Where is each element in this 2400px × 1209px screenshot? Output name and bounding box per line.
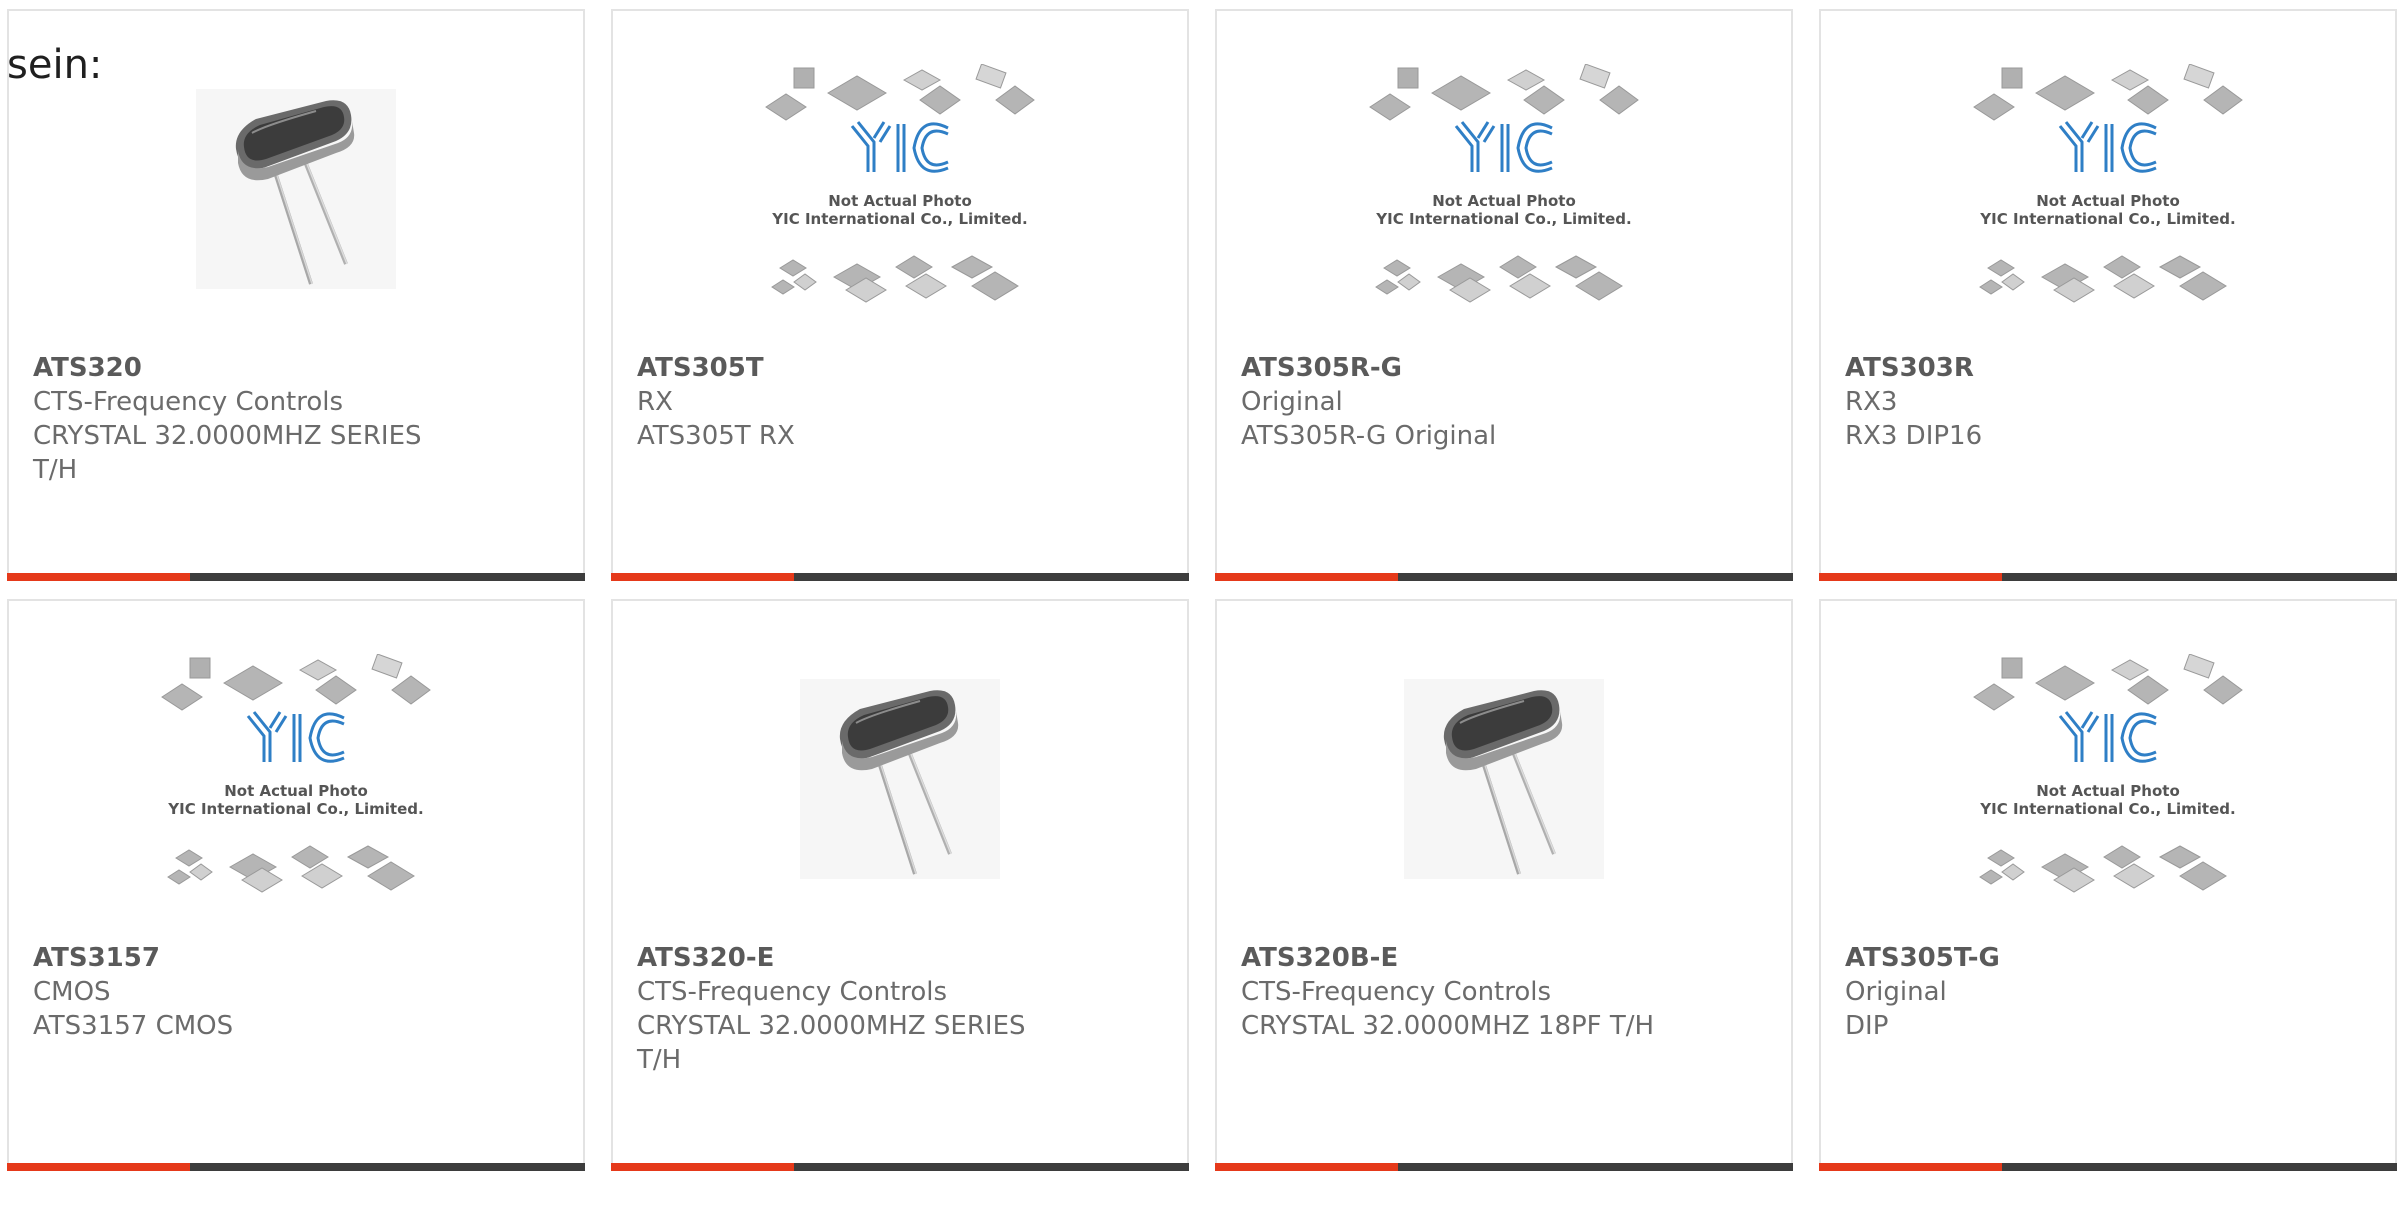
product-card[interactable]: Not Actual Photo YIC International Co., …: [611, 9, 1189, 581]
yic-not-actual-photo: Not Actual Photo YIC International Co., …: [1973, 653, 2243, 893]
crystal-oscillator-photo: [1404, 679, 1604, 879]
product-card[interactable]: ATS320B-E CTS-Frequency Controls CRYSTAL…: [1215, 599, 1793, 1171]
product-card[interactable]: ATS320-E CTS-Frequency Controls CRYSTAL …: [611, 599, 1189, 1171]
description-text: CRYSTAL 32.0000MHZ SERIES: [33, 421, 422, 451]
product-image[interactable]: Not Actual Photo YIC International Co., …: [9, 641, 583, 921]
description-text-cont: T/H: [33, 455, 78, 485]
part-number-link[interactable]: ATS305T-G: [1845, 941, 2355, 975]
manufacturer-text: CMOS: [33, 977, 111, 1007]
crystal-oscillator-photo: [800, 679, 1000, 879]
manufacturer-text: CTS-Frequency Controls: [1241, 977, 1552, 1007]
part-number-link[interactable]: ATS320-E: [637, 941, 1147, 975]
placeholder-caption-2: YIC International Co., Limited.: [1979, 210, 2235, 228]
description-text: ATS305R-G Original: [1241, 421, 1497, 451]
crystal-oscillator-photo: [196, 89, 396, 289]
product-card[interactable]: ATS320 CTS-Frequency Controls CRYSTAL 32…: [7, 9, 585, 581]
placeholder-caption-2: YIC International Co., Limited.: [771, 210, 1027, 228]
product-image[interactable]: [9, 51, 583, 331]
card-accent: [611, 573, 794, 581]
placeholder-caption-1: Not Actual Photo: [828, 192, 972, 210]
manufacturer-text: RX: [637, 387, 673, 417]
placeholder-caption-1: Not Actual Photo: [2036, 192, 2180, 210]
placeholder-caption-1: Not Actual Photo: [2036, 782, 2180, 800]
placeholder-caption-2: YIC International Co., Limited.: [167, 800, 423, 818]
card-accent: [7, 1163, 190, 1171]
card-accent: [7, 573, 190, 581]
yic-not-actual-photo: Not Actual Photo YIC International Co., …: [1369, 63, 1639, 303]
card-accent: [1819, 1163, 2002, 1171]
product-image[interactable]: [613, 641, 1187, 921]
card-bottom-bar: [7, 1163, 585, 1171]
product-image[interactable]: [1217, 641, 1791, 921]
manufacturer-text: CTS-Frequency Controls: [33, 387, 344, 417]
product-grid: ATS320 CTS-Frequency Controls CRYSTAL 32…: [7, 9, 2400, 1209]
product-card[interactable]: Not Actual Photo YIC International Co., …: [1819, 9, 2397, 581]
yic-not-actual-photo: Not Actual Photo YIC International Co., …: [1973, 63, 2243, 303]
description-text: ATS305T RX: [637, 421, 795, 451]
product-image[interactable]: Not Actual Photo YIC International Co., …: [1217, 51, 1791, 331]
product-image[interactable]: Not Actual Photo YIC International Co., …: [1821, 51, 2395, 331]
card-bottom-bar: [1819, 573, 2397, 581]
yic-not-actual-photo: Not Actual Photo YIC International Co., …: [765, 63, 1035, 303]
part-number-link[interactable]: ATS320B-E: [1241, 941, 1751, 975]
section-heading: sein:: [7, 42, 103, 88]
manufacturer-text: RX3: [1845, 387, 1898, 417]
product-card[interactable]: Not Actual Photo YIC International Co., …: [1215, 9, 1793, 581]
card-accent: [611, 1163, 794, 1171]
yic-not-actual-photo: Not Actual Photo YIC International Co., …: [161, 653, 431, 893]
placeholder-caption-1: Not Actual Photo: [224, 782, 368, 800]
product-image[interactable]: Not Actual Photo YIC International Co., …: [613, 51, 1187, 331]
manufacturer-text: CTS-Frequency Controls: [637, 977, 948, 1007]
manufacturer-text: Original: [1845, 977, 1947, 1007]
part-number-link[interactable]: ATS3157: [33, 941, 543, 975]
description-text: CRYSTAL 32.0000MHZ SERIES: [637, 1011, 1026, 1041]
part-number-link[interactable]: ATS320: [33, 351, 543, 385]
placeholder-caption-1: Not Actual Photo: [1432, 192, 1576, 210]
card-bottom-bar: [1215, 1163, 1793, 1171]
manufacturer-text: Original: [1241, 387, 1343, 417]
product-image[interactable]: Not Actual Photo YIC International Co., …: [1821, 641, 2395, 921]
description-text: DIP: [1845, 1011, 1889, 1041]
description-text: CRYSTAL 32.0000MHZ 18PF T/H: [1241, 1011, 1655, 1041]
placeholder-caption-2: YIC International Co., Limited.: [1979, 800, 2235, 818]
product-card[interactable]: Not Actual Photo YIC International Co., …: [7, 599, 585, 1171]
product-card[interactable]: Not Actual Photo YIC International Co., …: [1819, 599, 2397, 1171]
card-bottom-bar: [611, 573, 1189, 581]
card-bottom-bar: [611, 1163, 1189, 1171]
card-bottom-bar: [1819, 1163, 2397, 1171]
card-accent: [1819, 573, 2002, 581]
card-accent: [1215, 1163, 1398, 1171]
description-text: ATS3157 CMOS: [33, 1011, 234, 1041]
card-bottom-bar: [1215, 573, 1793, 581]
part-number-link[interactable]: ATS303R: [1845, 351, 2355, 385]
description-text-cont: T/H: [637, 1045, 682, 1075]
card-accent: [1215, 573, 1398, 581]
description-text: RX3 DIP16: [1845, 421, 1983, 451]
card-bottom-bar: [7, 573, 585, 581]
part-number-link[interactable]: ATS305R-G: [1241, 351, 1751, 385]
placeholder-caption-2: YIC International Co., Limited.: [1375, 210, 1631, 228]
part-number-link[interactable]: ATS305T: [637, 351, 1147, 385]
